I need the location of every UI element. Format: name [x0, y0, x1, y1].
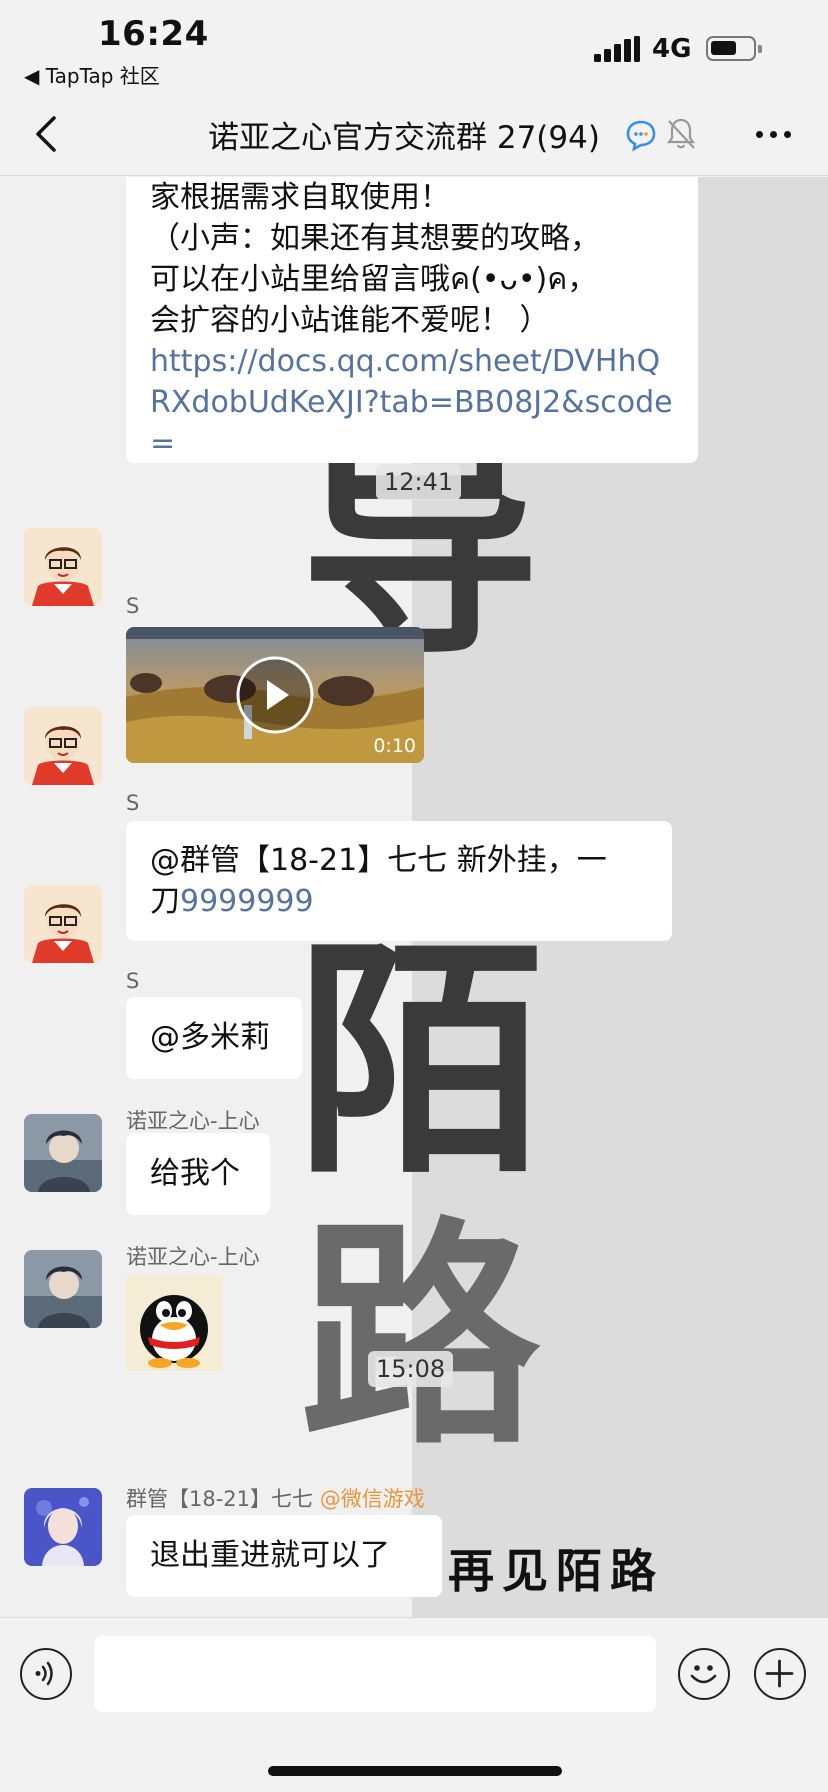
sender-name: S — [126, 791, 140, 815]
message-bubble[interactable]: 给我个 — [126, 1133, 270, 1215]
avatar[interactable] — [24, 1114, 102, 1192]
message-line: 会扩容的小站谁能不爱呢！ ） — [150, 303, 550, 338]
plus-button[interactable] — [754, 1648, 806, 1700]
timestamp: 15:08 — [368, 1351, 454, 1387]
input-bar — [0, 1617, 828, 1792]
sender-name: 诺亚之心-上心 — [126, 1245, 260, 1269]
voice-icon — [35, 1661, 53, 1686]
timestamp: 12:41 — [376, 464, 462, 500]
avatar[interactable] — [24, 707, 102, 785]
chat-message-list[interactable]: 导 陌 路 再见陌路 家根据需求自取使用！ （小声：如果还有其想要的攻略， 可以… — [0, 177, 828, 1617]
message-line: 家根据需求自取使用！ — [150, 180, 450, 215]
home-indicator[interactable] — [268, 1766, 562, 1776]
network-type: 4G — [652, 34, 692, 64]
avatar[interactable] — [24, 1250, 102, 1328]
number-link[interactable]: 9999999 — [180, 884, 314, 919]
avatar[interactable] — [24, 528, 102, 606]
sender-name-text: 群管【18-21】七七 — [126, 1487, 314, 1511]
more-dots-icon[interactable] — [752, 120, 796, 148]
back-chevron-icon — [36, 116, 56, 152]
sender-name: S — [126, 594, 140, 618]
sender-tag: @微信游戏 — [319, 1487, 425, 1511]
avatar[interactable] — [24, 1488, 102, 1566]
cartoon-boy-avatar-icon — [24, 707, 102, 785]
battery-icon — [706, 36, 762, 61]
docs-link[interactable]: https://docs.qq.com/sheet/DVHhQRXdobUdKe… — [150, 341, 674, 464]
emoji-icon — [690, 1665, 717, 1684]
sender-name: 诺亚之心-上心 — [126, 1109, 260, 1133]
qq-chat-icon[interactable] — [624, 118, 658, 152]
wallpaper-glyph-middle: 陌 — [296, 916, 546, 1207]
mute-bell-icon — [666, 118, 696, 149]
sender-name: 群管【18-21】七七 @微信游戏 — [126, 1483, 425, 1513]
anime-boy-avatar-icon — [24, 1250, 102, 1328]
message-bubble[interactable]: 家根据需求自取使用！ （小声：如果还有其想要的攻略， 可以在小站里给留言哦ค(•… — [126, 177, 698, 463]
message-line: 可以在小站里给留言哦ค(•ᴗ•)ค， — [150, 262, 598, 297]
plus-icon — [765, 1659, 794, 1688]
status-time: 16:24 — [98, 14, 209, 54]
message-line: （小声：如果还有其想要的攻略， — [150, 221, 600, 256]
girl-photo-avatar-icon — [24, 1488, 102, 1566]
message-bubble[interactable]: 退出重进就可以了 — [126, 1515, 442, 1597]
anime-boy-avatar-icon — [24, 1114, 102, 1192]
chat-title[interactable]: 诺亚之心官方交流群 27(94) — [208, 112, 600, 157]
avatar[interactable] — [24, 885, 102, 963]
voice-button[interactable] — [20, 1648, 72, 1700]
message-text: 给我个 — [150, 1156, 240, 1191]
qq-penguin-sticker[interactable] — [126, 1275, 222, 1371]
wallpaper-caption: 再见陌路 — [448, 1544, 664, 1598]
message-input[interactable] — [94, 1636, 656, 1712]
message-text: @群管【18-21】七七 新外挂，一 — [150, 843, 607, 878]
emoji-button[interactable] — [678, 1648, 730, 1700]
signal-strength-icon — [594, 36, 640, 62]
wallpaper-glyph-bottom: 路 — [300, 1197, 541, 1477]
video-duration: 0:10 — [373, 735, 416, 757]
message-bubble[interactable]: @群管【18-21】七七 新外挂，一 刀9999999 — [126, 821, 672, 941]
message-bubble[interactable]: @多米莉 — [126, 997, 302, 1079]
cartoon-boy-avatar-icon — [24, 528, 102, 606]
message-text: 刀 — [150, 884, 180, 919]
penguin-icon — [126, 1275, 222, 1371]
message-text: @多米莉 — [150, 1020, 270, 1055]
back-to-app-link[interactable]: ◀ TapTap 社区 — [24, 60, 160, 89]
video-message[interactable]: 0:10 — [126, 627, 424, 763]
back-button[interactable] — [28, 110, 68, 158]
chat-header: 诺亚之心官方交流群 27(94) — [0, 92, 828, 176]
status-bar: 16:24 ◀ TapTap 社区 4G — [0, 0, 828, 92]
cartoon-boy-avatar-icon — [24, 885, 102, 963]
sender-name: S — [126, 969, 140, 993]
message-text: 退出重进就可以了 — [150, 1538, 390, 1573]
